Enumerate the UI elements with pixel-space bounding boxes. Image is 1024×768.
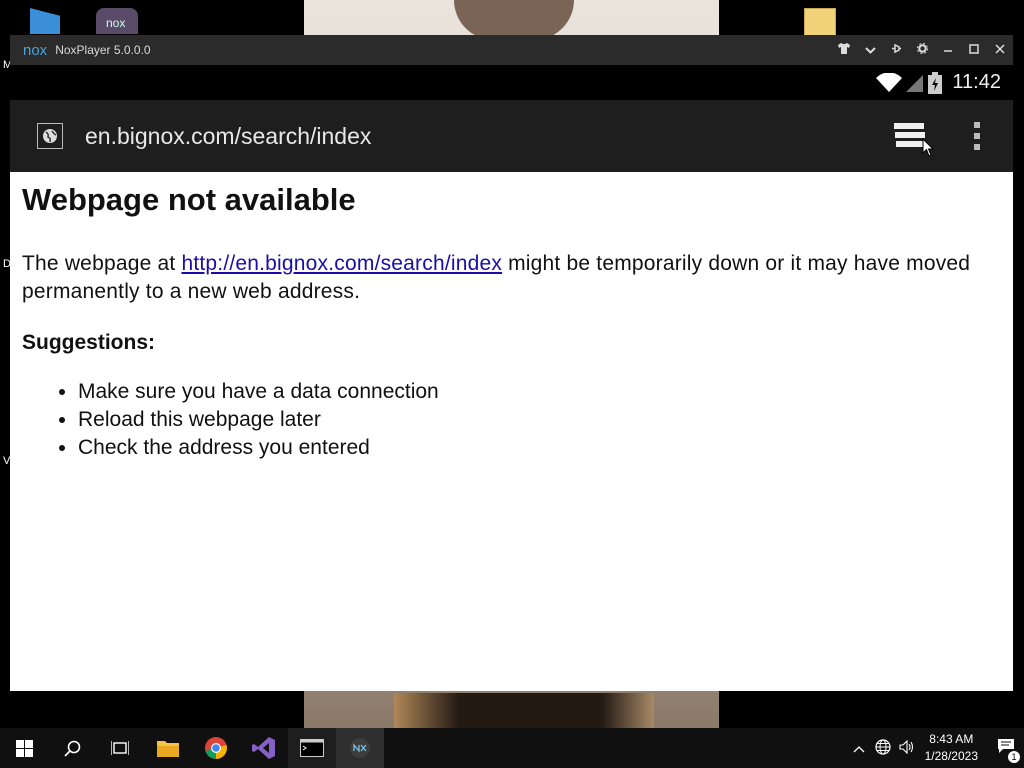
error-message-prefix: The webpage at xyxy=(22,252,182,275)
pin-icon[interactable] xyxy=(883,43,909,57)
url-text[interactable]: en.bignox.com/search/index xyxy=(85,123,371,150)
taskbar-time: 8:43 AM xyxy=(929,732,974,746)
taskbar-clock[interactable]: 8:43 AM 1/28/2023 xyxy=(925,731,978,765)
window-title: NoxPlayer 5.0.0.0 xyxy=(55,43,151,57)
nox-taskbar-button[interactable] xyxy=(336,728,384,768)
shirt-icon[interactable] xyxy=(831,43,857,57)
nox-logo: nox xyxy=(23,41,48,59)
desktop-file-icon[interactable] xyxy=(804,8,836,36)
network-globe-icon[interactable] xyxy=(871,738,895,758)
maximize-icon[interactable] xyxy=(961,43,987,57)
folder-icon xyxy=(157,741,179,757)
window-titlebar[interactable]: nox NoxPlayer 5.0.0.0 xyxy=(10,35,1013,65)
start-button[interactable] xyxy=(0,728,48,768)
wifi-icon xyxy=(876,72,903,92)
error-message: The webpage at http://en.bignox.com/sear… xyxy=(22,250,1001,306)
suggestions-heading: Suggestions: xyxy=(22,331,156,354)
system-tray: 8:43 AM 1/28/2023 1 xyxy=(847,731,1024,765)
terminal-icon xyxy=(300,739,324,757)
desktop-folder-icon[interactable] xyxy=(30,8,60,34)
suggestions-list: Make sure you have a data connection Rel… xyxy=(22,378,1001,462)
suggestion-item: Make sure you have a data connection xyxy=(78,378,1001,406)
taskbar-date: 1/28/2023 xyxy=(924,749,978,763)
search-icon xyxy=(63,740,80,757)
chevron-up-icon[interactable] xyxy=(847,740,871,756)
nox-icon xyxy=(350,738,370,758)
notification-count-badge: 1 xyxy=(1008,750,1020,763)
status-icons xyxy=(876,71,943,94)
file-explorer-button[interactable] xyxy=(144,728,192,768)
mouse-cursor-icon xyxy=(922,138,934,157)
task-view-icon xyxy=(111,741,129,755)
desktop-nox-icon-text: nox xyxy=(106,16,126,30)
browser-url-bar: en.bignox.com/search/index xyxy=(10,100,1013,172)
desktop-nox-icon[interactable]: nox xyxy=(96,8,138,34)
overflow-menu-icon[interactable] xyxy=(957,116,997,156)
battery-icon xyxy=(928,71,943,94)
suggestion-item: Check the address you entered xyxy=(78,434,1001,462)
task-view-button[interactable] xyxy=(96,728,144,768)
terminal-button[interactable] xyxy=(288,728,336,768)
chrome-button[interactable] xyxy=(192,728,240,768)
globe-icon[interactable] xyxy=(37,123,63,149)
failed-url-link[interactable]: http://en.bignox.com/search/index xyxy=(181,252,502,275)
suggestion-item: Reload this webpage later xyxy=(78,406,1001,434)
visual-studio-icon xyxy=(252,737,275,759)
visual-studio-button[interactable] xyxy=(240,728,288,768)
signal-icon xyxy=(906,74,924,92)
windows-taskbar: 8:43 AM 1/28/2023 1 xyxy=(0,728,1024,768)
title-controls xyxy=(831,43,1013,57)
page-title: Webpage not available xyxy=(22,182,356,217)
windows-logo-icon xyxy=(15,739,33,757)
android-status-bar: 11:42 xyxy=(10,65,1013,100)
notification-center-button[interactable]: 1 xyxy=(988,738,1024,763)
nox-player-window: nox NoxPlayer 5.0.0.0 11:42 en.bignox.co… xyxy=(10,35,1013,691)
gear-icon[interactable] xyxy=(909,43,935,57)
volume-icon[interactable] xyxy=(895,739,919,757)
close-icon[interactable] xyxy=(987,43,1013,57)
chevron-down-icon[interactable] xyxy=(857,43,883,57)
search-button[interactable] xyxy=(48,728,96,768)
minimize-icon[interactable] xyxy=(935,43,961,57)
status-clock: 11:42 xyxy=(952,71,1001,93)
error-page: Webpage not available The webpage at htt… xyxy=(10,172,1013,470)
chrome-icon xyxy=(205,737,227,759)
